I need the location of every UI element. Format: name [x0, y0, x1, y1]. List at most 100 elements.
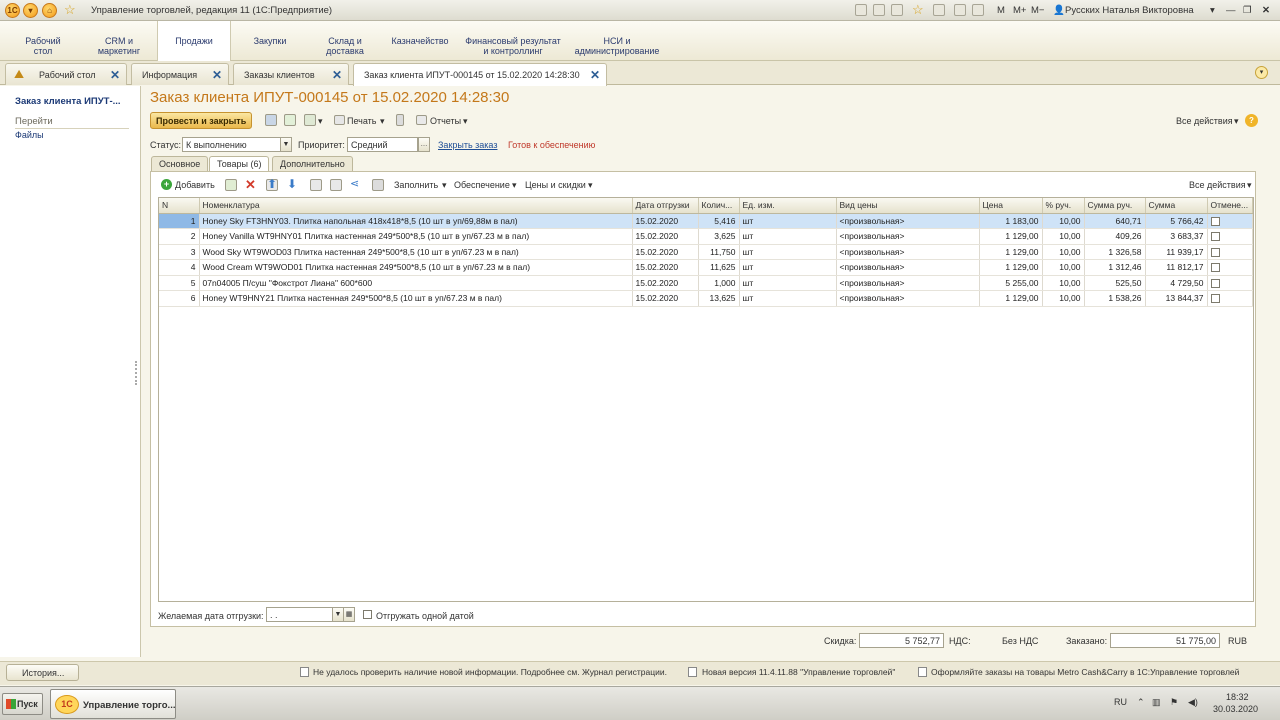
cell-n[interactable]: 4	[159, 259, 200, 276]
cell-price[interactable]: 1 129,00	[979, 259, 1043, 276]
status-message-2[interactable]: Новая версия 11.4.11.88 "Управление торг…	[702, 667, 895, 677]
post-icon[interactable]	[284, 114, 296, 126]
cell-pct[interactable]: 10,00	[1042, 213, 1085, 229]
column-header-sum[interactable]: Сумма	[1145, 198, 1208, 214]
prices-discounts-button[interactable]: Цены и скидки	[525, 180, 586, 190]
favorites-icon[interactable]: ☆	[912, 2, 924, 18]
memory-plus-button[interactable]: M+	[1013, 5, 1026, 16]
ship-one-date-checkbox[interactable]	[363, 610, 372, 619]
cell-manual[interactable]: 409,26	[1084, 228, 1146, 245]
table-row[interactable]: 6 Honey WT9HNY21 Плитка настенная 249*500…	[159, 290, 1253, 307]
ellipsis-icon[interactable]: …	[418, 137, 430, 152]
cell-sum[interactable]: 13 844,37	[1145, 290, 1208, 307]
cell-unit[interactable]: шт	[739, 244, 837, 260]
history-button[interactable]: История...	[6, 664, 79, 681]
cell-qty[interactable]: 3,625	[698, 228, 740, 245]
cell-qty[interactable]: 1,000	[698, 275, 740, 291]
desired-ship-date-field[interactable]: . .	[266, 607, 333, 622]
status-field[interactable]: К выполнению	[182, 137, 281, 152]
clock-time[interactable]: 18:32	[1226, 692, 1249, 702]
network-icon[interactable]: ▥	[1152, 697, 1161, 708]
cell-pct[interactable]: 10,00	[1042, 228, 1085, 245]
status-message-3[interactable]: Оформляйте заказы на товары Metro Cash&C…	[931, 667, 1239, 677]
start-button[interactable]: Пуск	[2, 693, 43, 715]
journal-icon[interactable]	[396, 114, 404, 126]
close-icon[interactable]: ✕	[1262, 5, 1270, 16]
cell-price-type[interactable]: <произвольная>	[836, 259, 980, 276]
help-icon[interactable]: ?	[1245, 114, 1258, 127]
cell-item[interactable]: Honey Vanilla WT9HNY01 Плитка настенная …	[199, 228, 633, 245]
cell-unit[interactable]: шт	[739, 275, 837, 291]
column-header-price[interactable]: Цена	[979, 198, 1043, 214]
tab-desktop[interactable]: ⛰ Рабочий стол ✕	[5, 63, 127, 85]
cell-n[interactable]: 3	[159, 244, 200, 260]
volume-icon[interactable]: ◀)	[1188, 697, 1198, 708]
cell-qty[interactable]: 11,625	[698, 259, 740, 276]
cell-date[interactable]: 15.02.2020	[632, 259, 699, 276]
post-and-close-button[interactable]: Провести и закрыть	[150, 112, 253, 129]
taskbar-app-button[interactable]: 1С Управление торго...	[50, 689, 176, 719]
close-order-link[interactable]: Закрыть заказ	[438, 140, 497, 150]
column-header-manual-sum[interactable]: Сумма руч.	[1084, 198, 1146, 214]
paste-icon[interactable]	[330, 179, 342, 191]
section-purchases[interactable]: Закупки	[240, 21, 300, 61]
cell-item[interactable]: 07n04005 П/суш "Фокстрот Лиана" 600*600	[199, 275, 633, 291]
save-icon[interactable]	[265, 114, 277, 126]
section-sales[interactable]: Продажи	[157, 21, 231, 62]
cell-date[interactable]: 15.02.2020	[632, 290, 699, 307]
cancelled-checkbox[interactable]	[1210, 294, 1220, 304]
calendar-icon[interactable]: ▦	[343, 607, 355, 622]
cell-manual[interactable]: 1 538,26	[1084, 290, 1146, 307]
tab-goods[interactable]: Товары (6)	[209, 156, 270, 172]
print-button[interactable]: Печать	[347, 116, 376, 126]
cell-sum[interactable]: 11 812,17	[1145, 259, 1208, 276]
cell-pct[interactable]: 10,00	[1042, 290, 1085, 307]
cell-price[interactable]: 1 129,00	[979, 244, 1043, 260]
search-icon[interactable]	[891, 4, 903, 16]
section-desktop[interactable]: Рабочий стол	[14, 21, 72, 61]
cell-pct[interactable]: 10,00	[1042, 244, 1085, 260]
restore-icon[interactable]: ❐	[1243, 5, 1252, 16]
chevron-down-icon[interactable]: ▾	[1210, 5, 1215, 16]
cell-price-type[interactable]: <произвольная>	[836, 213, 980, 229]
column-header-ship-date[interactable]: Дата отгрузки	[632, 198, 699, 214]
cell-date[interactable]: 15.02.2020	[632, 275, 699, 291]
cell-price-type[interactable]: <произвольная>	[836, 244, 980, 260]
column-header-n[interactable]: N	[159, 198, 200, 214]
table-row[interactable]: 3 Wood Sky WT9WOD03 Плитка настенная 249*…	[159, 244, 1253, 260]
close-icon[interactable]: ✕	[212, 68, 222, 82]
cell-pct[interactable]: 10,00	[1042, 275, 1085, 291]
column-header-item[interactable]: Номенклатура	[199, 198, 633, 214]
cell-manual[interactable]: 1 326,58	[1084, 244, 1146, 260]
close-icon[interactable]: ✕	[110, 68, 120, 82]
close-icon[interactable]: ✕	[590, 68, 600, 82]
all-actions-button[interactable]: Все действия	[1176, 116, 1233, 126]
cell-sum[interactable]: 5 766,42	[1145, 213, 1208, 229]
column-header-unit[interactable]: Ед. изм.	[739, 198, 837, 214]
barcode-icon[interactable]	[372, 179, 384, 191]
cell-price-type[interactable]: <произвольная>	[836, 290, 980, 307]
cell-pct[interactable]: 10,00	[1042, 259, 1085, 276]
cell-qty[interactable]: 5,416	[698, 213, 740, 229]
copy-add-icon[interactable]	[225, 179, 237, 191]
cell-n[interactable]: 1	[159, 213, 200, 229]
clock-date[interactable]: 30.03.2020	[1213, 704, 1258, 714]
tab-information[interactable]: Информация ✕	[131, 63, 229, 85]
home-icon[interactable]: ⌂	[42, 3, 57, 18]
cell-price[interactable]: 1 129,00	[979, 228, 1043, 245]
cell-price[interactable]: 1 129,00	[979, 290, 1043, 307]
minimize-icon[interactable]: —	[1226, 5, 1236, 16]
cell-price-type[interactable]: <произвольная>	[836, 275, 980, 291]
memory-minus-button[interactable]: M−	[1031, 5, 1044, 16]
cell-price-type[interactable]: <произвольная>	[836, 228, 980, 245]
tab-customer-order[interactable]: Заказ клиента ИПУТ-000145 от 15.02.2020 …	[353, 63, 607, 86]
move-up-icon[interactable]: ⬆	[267, 177, 277, 191]
flag-icon[interactable]: ⚑	[1170, 697, 1178, 708]
cancelled-checkbox[interactable]	[1210, 278, 1220, 288]
cell-item[interactable]: Honey Sky FT3HNY03. Плитка напольная 418…	[199, 213, 633, 229]
column-header-quantity[interactable]: Колич...	[698, 198, 740, 214]
cell-manual[interactable]: 525,50	[1084, 275, 1146, 291]
print-icon[interactable]	[873, 4, 885, 16]
nav-item-files[interactable]: Файлы	[15, 130, 44, 140]
panel-splitter[interactable]	[135, 361, 138, 385]
